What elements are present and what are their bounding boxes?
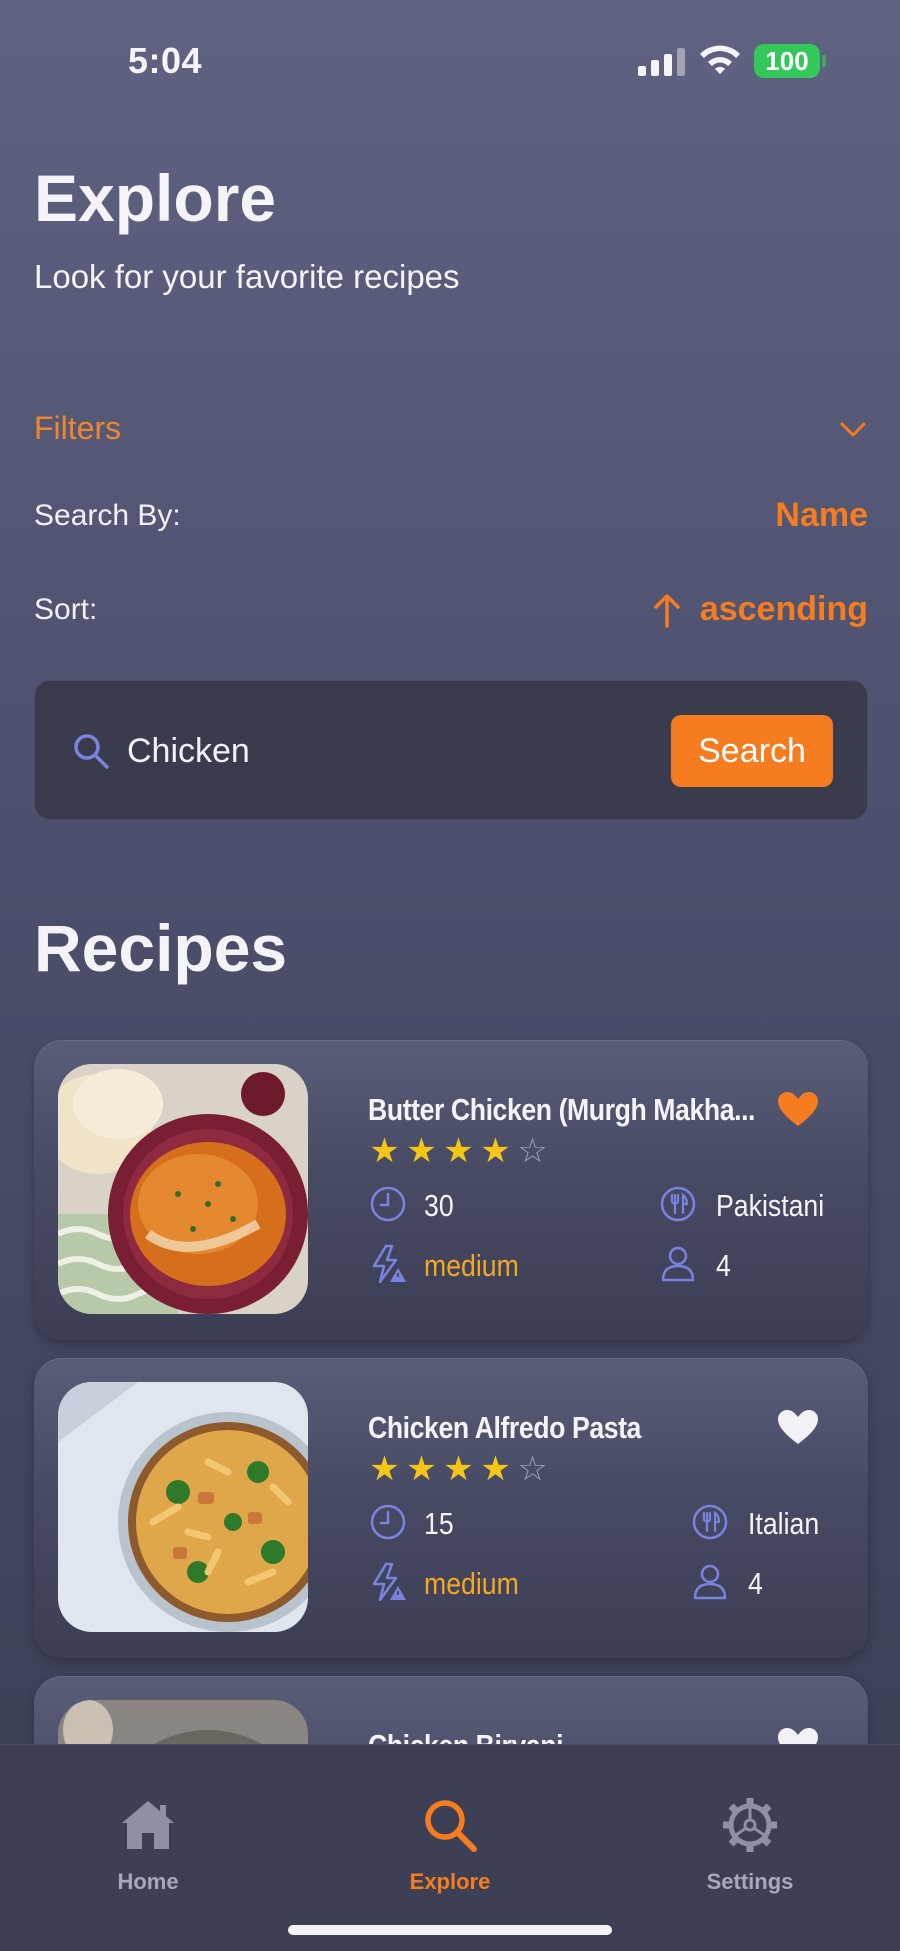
- search-bar: Search: [34, 680, 868, 820]
- recipe-card[interactable]: Chicken Alfredo Pasta ★ ★ ★ ★ ☆ 15 Itali…: [34, 1358, 868, 1658]
- difficulty: medium: [424, 1566, 519, 1601]
- search-button[interactable]: Search: [671, 715, 833, 787]
- home-indicator[interactable]: [288, 1925, 612, 1935]
- star-icon: ★: [369, 1132, 400, 1170]
- clock-icon: [370, 1504, 406, 1540]
- recipe-image-chicken-biryani: [58, 1700, 308, 1744]
- search-input[interactable]: [127, 721, 547, 781]
- recipe-list[interactable]: Butter Chicken (Murgh Makha... ★ ★ ★ ★ ☆…: [0, 1030, 900, 1744]
- sort-value: ascending: [699, 590, 868, 628]
- heart-icon[interactable]: [778, 1410, 818, 1446]
- star-icon: ★: [369, 1450, 400, 1488]
- tab-bar: Home Explore Settings: [0, 1744, 900, 1951]
- sort-row: Sort: ascending: [34, 590, 868, 629]
- tab-explore-label: Explore: [409, 1869, 491, 1894]
- gear-icon: [723, 1798, 777, 1852]
- difficulty: medium: [424, 1248, 519, 1283]
- chevron-down-icon[interactable]: [838, 414, 868, 444]
- wifi-icon: [700, 45, 740, 74]
- star-outline-icon: ☆: [517, 1132, 548, 1170]
- star-icon: ★: [443, 1450, 474, 1488]
- battery-indicator: 100: [754, 44, 826, 78]
- heart-icon[interactable]: [778, 1728, 818, 1744]
- clock-icon: [370, 1186, 406, 1222]
- arrow-up-icon: [654, 593, 680, 628]
- person-icon: [661, 1246, 695, 1282]
- person-icon: [693, 1564, 727, 1600]
- cellular-signal-icon: [638, 48, 685, 76]
- cook-time: 30: [424, 1188, 454, 1223]
- recipe-title: Butter Chicken (Murgh Makha...: [368, 1092, 756, 1127]
- tab-home-label: Home: [117, 1869, 179, 1894]
- page-subtitle: Look for your favorite recipes: [34, 258, 460, 295]
- rating-stars: ★ ★ ★ ★ ☆: [368, 1452, 549, 1486]
- cook-time: 15: [424, 1506, 454, 1541]
- bolt-warning-icon: [372, 1562, 406, 1602]
- servings: 4: [748, 1566, 763, 1601]
- search-by-label: Search By:: [34, 498, 181, 532]
- recipe-title: Chicken Alfredo Pasta: [368, 1410, 641, 1445]
- star-icon: ★: [443, 1132, 474, 1170]
- bolt-warning-icon: [372, 1244, 406, 1284]
- recipe-card[interactable]: Butter Chicken (Murgh Makha... ★ ★ ★ ★ ☆…: [34, 1040, 868, 1340]
- rating-stars: ★ ★ ★ ★ ☆: [368, 1134, 549, 1168]
- star-outline-icon: ☆: [517, 1450, 548, 1488]
- tab-explore[interactable]: Explore: [360, 1795, 540, 1895]
- search-by-picker[interactable]: Name: [775, 496, 868, 535]
- search-icon: [74, 734, 109, 769]
- star-icon: ★: [480, 1450, 511, 1488]
- star-icon: ★: [406, 1450, 437, 1488]
- filters-toggle[interactable]: Filters: [34, 410, 868, 447]
- recipe-title: Chicken Biryani: [368, 1728, 563, 1744]
- tab-home[interactable]: Home: [58, 1795, 238, 1895]
- cuisine: Pakistani: [716, 1188, 825, 1223]
- tab-settings-label: Settings: [706, 1869, 794, 1894]
- house-icon: [122, 1801, 174, 1849]
- star-icon: ★: [480, 1132, 511, 1170]
- filters-label: Filters: [34, 410, 122, 446]
- recipes-heading: Recipes: [34, 911, 288, 985]
- status-bar: 5:04 100: [0, 0, 900, 120]
- servings: 4: [716, 1248, 731, 1283]
- sort-toggle[interactable]: ascending: [652, 590, 868, 629]
- cuisine: Italian: [748, 1506, 820, 1541]
- tab-settings[interactable]: Settings: [660, 1795, 840, 1895]
- star-icon: ★: [406, 1132, 437, 1170]
- fork-knife-icon: [660, 1186, 696, 1222]
- heart-icon[interactable]: [778, 1092, 818, 1128]
- status-time: 5:04: [128, 40, 203, 81]
- recipe-card[interactable]: Chicken Biryani: [34, 1676, 868, 1744]
- recipe-image-chicken-alfredo-pasta: [58, 1382, 308, 1632]
- magnifier-icon: [425, 1800, 477, 1852]
- page-title: Explore: [34, 161, 277, 235]
- search-by-value: Name: [775, 496, 868, 534]
- fork-knife-icon: [692, 1504, 728, 1540]
- recipe-image-butter-chicken: [58, 1064, 308, 1314]
- search-by-row: Search By: Name: [34, 496, 868, 535]
- sort-label: Sort:: [34, 592, 98, 626]
